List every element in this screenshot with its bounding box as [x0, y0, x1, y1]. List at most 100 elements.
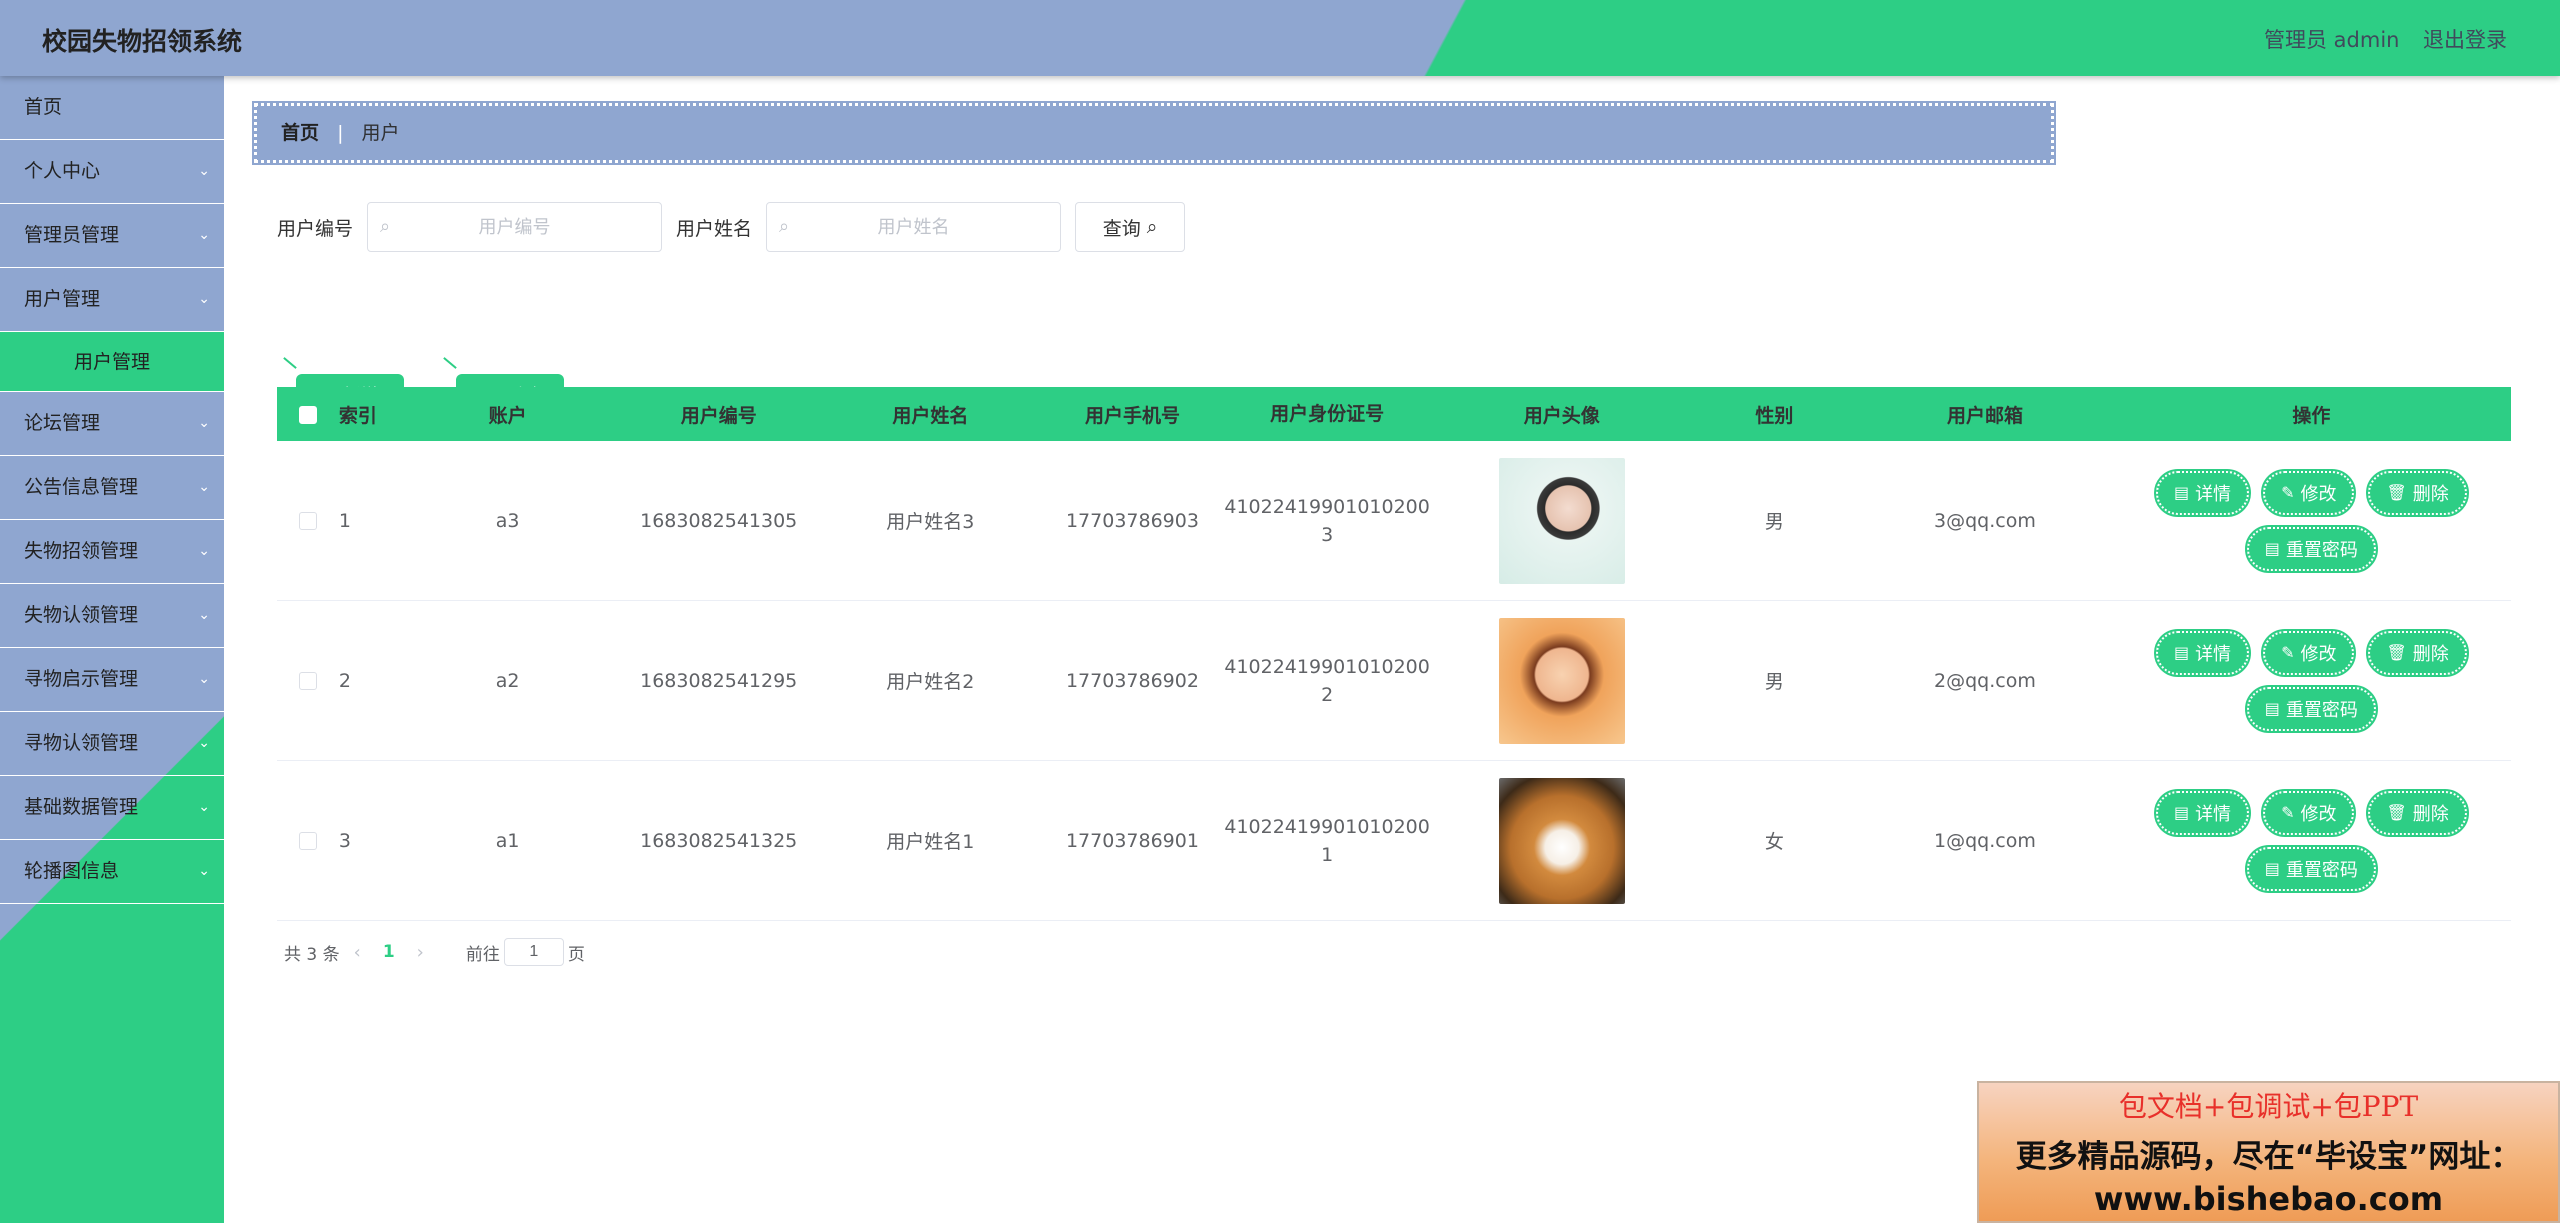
avatar[interactable]	[1498, 617, 1625, 744]
cell-account: a1	[495, 829, 520, 852]
cell-phone: 17703786903	[1065, 509, 1199, 532]
user-name-input[interactable]	[767, 203, 1061, 251]
detail-label: 详情	[2195, 643, 2232, 665]
edit-label: 修改	[2300, 483, 2337, 505]
pagination: 共 3 条 ‹ 1 › 前往 页	[284, 938, 585, 966]
cell-email: 2@qq.com	[1934, 669, 2036, 692]
id-line: 41022419901010200	[1224, 655, 1430, 678]
sidebar-item-label: 失物认领管理	[24, 604, 139, 626]
column-header: 用户手机号	[1084, 404, 1180, 427]
reset-password-button[interactable]: ▤ 重置密码	[2244, 684, 2378, 733]
column-header: 用户头像	[1523, 404, 1600, 427]
document-icon: ▤	[2173, 643, 2190, 662]
prev-page-icon[interactable]: ‹	[354, 942, 361, 963]
user-no-input[interactable]	[368, 203, 662, 251]
column-header: 用户姓名	[892, 404, 969, 427]
sidebar-item-label: 失物招领管理	[24, 540, 139, 562]
breadcrumb-home[interactable]: 首页	[281, 122, 319, 144]
detail-button[interactable]: ▤ 详情	[2153, 788, 2252, 837]
chevron-down-icon: ⌄	[198, 735, 210, 751]
edit-button[interactable]: ✎ 修改	[2261, 788, 2357, 837]
delete-button[interactable]: 🗑 删除	[2366, 468, 2469, 517]
page-number[interactable]: 1	[383, 942, 395, 962]
reset-password-button[interactable]: ▤ 重置密码	[2244, 524, 2378, 573]
edit-icon: ✎	[2281, 483, 2295, 502]
sidebar-item-lost-claim-management[interactable]: 失物认领管理 ⌄	[0, 584, 224, 648]
reset-password-label: 重置密码	[2285, 859, 2358, 881]
user-no-field: ⌕	[367, 202, 663, 252]
user-name-field: ⌕	[766, 202, 1062, 252]
sidebar-item-seeking-notice-management[interactable]: 寻物启示管理 ⌄	[0, 648, 224, 712]
avatar[interactable]	[1498, 777, 1625, 904]
cell-user-no: 1683082541295	[640, 669, 798, 692]
sidebar-item-lost-found-management[interactable]: 失物招领管理 ⌄	[0, 520, 224, 584]
chevron-down-icon: ⌄	[198, 863, 210, 879]
promo-line-2: 更多精品源码，尽在“毕设宝”网址：	[2015, 1139, 2522, 1175]
cell-name: 用户姓名3	[886, 511, 975, 533]
chevron-down-icon: ⌄	[198, 227, 210, 243]
cell-id-number: 41022419901010200 1	[1221, 813, 1433, 869]
sidebar-item-seeking-claim-management[interactable]: 寻物认领管理 ⌄	[0, 712, 224, 776]
edit-label: 修改	[2300, 803, 2337, 825]
cell-gender: 男	[1764, 671, 1784, 693]
next-page-icon[interactable]: ›	[417, 942, 424, 963]
id-line: 2	[1321, 683, 1334, 706]
goto-page-input[interactable]	[503, 938, 564, 966]
app-title: 校园失物招领系统	[42, 27, 243, 56]
sidebar-item-home[interactable]: 首页	[0, 76, 224, 140]
sidebar: 首页 个人中心 ⌄ 管理员管理 ⌄ 用户管理 ⌄ 用户管理 论坛管理 ⌄ 公告信息管理 ⌄…	[0, 76, 224, 1223]
select-all-checkbox[interactable]	[298, 405, 317, 424]
avatar[interactable]	[1498, 457, 1625, 584]
sidebar-item-user-management[interactable]: 用户管理 ⌄	[0, 268, 224, 332]
column-header: 性别	[1755, 404, 1794, 427]
sidebar-subitem-user-management[interactable]: 用户管理	[0, 332, 224, 392]
row-checkbox[interactable]	[298, 832, 317, 850]
reset-password-label: 重置密码	[2285, 539, 2358, 561]
breadcrumb: 首页 | 用户	[252, 101, 2056, 165]
document-icon: ▤	[2264, 699, 2280, 718]
cell-id-number: 41022419901010200 3	[1221, 493, 1433, 549]
cell-avatar	[1433, 777, 1691, 904]
id-line: 41022419901010200	[1224, 495, 1430, 518]
cell-phone: 17703786901	[1065, 829, 1199, 852]
sidebar-item-base-data-management[interactable]: 基础数据管理 ⌄	[0, 776, 224, 840]
cell-avatar	[1433, 457, 1691, 584]
goto-prefix: 前往	[465, 944, 500, 965]
edit-label: 修改	[2300, 643, 2337, 665]
cell-email: 3@qq.com	[1934, 509, 2036, 532]
detail-label: 详情	[2195, 803, 2232, 825]
sidebar-item-label: 用户管理	[24, 288, 101, 310]
reset-password-button[interactable]: ▤ 重置密码	[2244, 844, 2378, 893]
select-all-cell	[277, 403, 339, 425]
sidebar-item-forum-management[interactable]: 论坛管理 ⌄	[0, 392, 224, 456]
edit-button[interactable]: ✎ 修改	[2261, 468, 2357, 517]
delete-label: 删除	[2412, 803, 2449, 825]
sidebar-item-notice-management[interactable]: 公告信息管理 ⌄	[0, 456, 224, 520]
search-icon: ⌕	[1146, 216, 1158, 238]
admin-label: 管理员 admin	[2264, 28, 2400, 52]
sidebar-item-carousel-info[interactable]: 轮播图信息 ⌄	[0, 840, 224, 904]
logout-link[interactable]: 退出登录	[2423, 24, 2507, 54]
sidebar-item-admin-management[interactable]: 管理员管理 ⌄	[0, 204, 224, 268]
edit-button[interactable]: ✎ 修改	[2261, 628, 2357, 677]
sidebar-item-personal-center[interactable]: 个人中心 ⌄	[0, 140, 224, 204]
row-checkbox[interactable]	[298, 672, 317, 690]
delete-button[interactable]: 🗑 删除	[2366, 628, 2469, 677]
detail-button[interactable]: ▤ 详情	[2153, 468, 2252, 517]
detail-button[interactable]: ▤ 详情	[2153, 628, 2252, 677]
column-header: 账户	[488, 404, 527, 427]
cell-index: 3	[338, 829, 351, 852]
sidebar-item-label: 首页	[24, 96, 63, 118]
row-select-cell	[277, 670, 339, 692]
query-button[interactable]: 查询 ⌕	[1075, 202, 1186, 252]
delete-button[interactable]: 🗑 删除	[2366, 788, 2469, 837]
chevron-down-icon: ⌄	[198, 291, 210, 307]
chevron-down-icon: ⌄	[198, 163, 210, 179]
sidebar-item-label: 基础数据管理	[24, 796, 139, 818]
row-checkbox[interactable]	[298, 512, 317, 530]
promo-banner: 包文档+包调试+包PPT 更多精品源码，尽在“毕设宝”网址： www.bishe…	[1977, 1081, 2560, 1223]
search-bar: 用户编号 ⌕ 用户姓名 ⌕ 查询 ⌕	[277, 202, 1186, 252]
query-button-label: 查询	[1102, 217, 1141, 240]
column-header: 用户身份证号	[1270, 403, 1385, 425]
cell-ops: ▤ 详情 ✎ 修改 🗑 删除 ▤ 重置密码	[2112, 788, 2511, 893]
